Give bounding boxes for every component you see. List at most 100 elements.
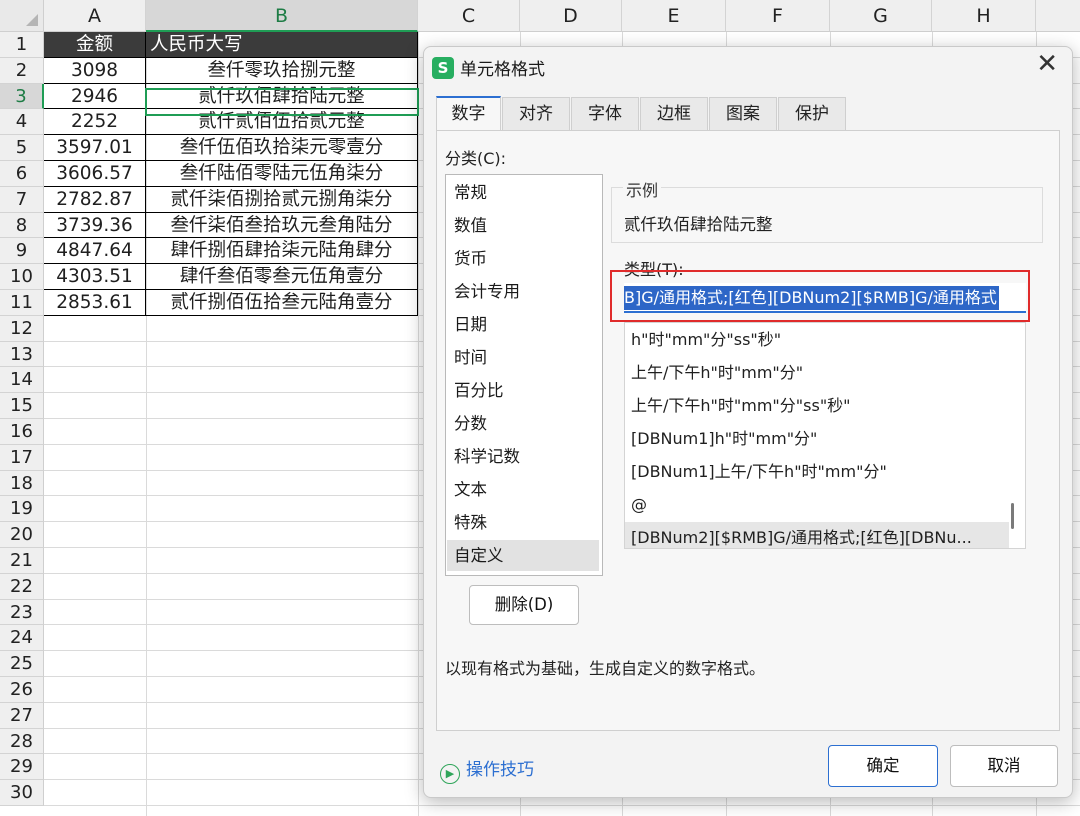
tab-alignment[interactable]: 对齐 <box>502 97 570 130</box>
category-item[interactable]: 自定义 <box>447 540 599 571</box>
ok-button[interactable]: 确定 <box>828 745 938 787</box>
column-header-c[interactable]: C <box>418 0 520 32</box>
column-header-e[interactable]: E <box>622 0 726 32</box>
category-item[interactable]: 分数 <box>447 408 599 439</box>
example-value: 贰仟玖佰肆拾陆元整 <box>624 215 773 234</box>
category-item[interactable]: 常规 <box>447 177 599 208</box>
cell-a1[interactable]: 金额 <box>44 32 146 58</box>
column-header-f[interactable]: F <box>726 0 830 32</box>
row-header-24[interactable]: 24 <box>0 625 44 652</box>
cell-a10[interactable]: 4303.51 <box>44 264 146 290</box>
cancel-button[interactable]: 取消 <box>950 745 1058 787</box>
column-header-a[interactable]: A <box>44 0 146 32</box>
cell-a7[interactable]: 2782.87 <box>44 186 146 213</box>
row-header-19[interactable]: 19 <box>0 496 44 523</box>
cell-a2[interactable]: 3098 <box>44 57 146 84</box>
type-list-item[interactable]: 上午/下午h"时"mm"分" <box>625 357 1009 389</box>
category-item[interactable]: 百分比 <box>447 375 599 406</box>
type-list-item[interactable]: @ <box>625 489 1009 521</box>
category-item[interactable]: 数值 <box>447 210 599 241</box>
row-header-28[interactable]: 28 <box>0 728 44 755</box>
row-header-13[interactable]: 13 <box>0 341 44 368</box>
cell-a8[interactable]: 3739.36 <box>44 212 146 239</box>
row-header-29[interactable]: 29 <box>0 754 44 781</box>
cell-b6[interactable]: 叁仟陆佰零陆元伍角柒分 <box>146 161 418 187</box>
row-header-10[interactable]: 10 <box>0 264 44 290</box>
tab-protection[interactable]: 保护 <box>778 97 846 130</box>
column-header-i[interactable] <box>1036 0 1080 32</box>
type-list-item[interactable]: 上午/下午h"时"mm"分"ss"秒" <box>625 390 1009 422</box>
row-header-3[interactable]: 3 <box>0 83 44 110</box>
category-item[interactable]: 货币 <box>447 243 599 274</box>
row-header-16[interactable]: 16 <box>0 419 44 445</box>
cell-b1[interactable]: 人民币大写 <box>146 32 418 58</box>
close-icon[interactable]: ✕ <box>1036 51 1058 77</box>
gridline-vertical <box>418 32 419 816</box>
type-list[interactable]: h"时"mm"分"ss"秒" 上午/下午h"时"mm"分" 上午/下午h"时"mm"… <box>624 322 1026 549</box>
cell-a6[interactable]: 3606.57 <box>44 161 146 187</box>
cell-b10[interactable]: 肆仟叁佰零叁元伍角壹分 <box>146 264 418 290</box>
type-list-item[interactable]: [DBNum1]h"时"mm"分" <box>625 423 1009 455</box>
tab-border[interactable]: 边框 <box>640 97 708 130</box>
tab-font[interactable]: 字体 <box>571 97 639 130</box>
highlight-box <box>610 270 1030 322</box>
row-header-5[interactable]: 5 <box>0 135 44 161</box>
cell-b8[interactable]: 叁仟柒佰叁拾玖元叁角陆分 <box>146 212 418 239</box>
cell-b2[interactable]: 叁仟零玖拾捌元整 <box>146 57 418 84</box>
category-item[interactable]: 日期 <box>447 309 599 340</box>
type-list-item[interactable]: [DBNum1]上午/下午h"时"mm"分" <box>625 456 1009 488</box>
row-header-8[interactable]: 8 <box>0 212 44 239</box>
tab-pattern[interactable]: 图案 <box>709 97 777 130</box>
play-circle-icon: ▶ <box>440 764 460 784</box>
cell-a11[interactable]: 2853.61 <box>44 290 146 316</box>
category-item[interactable]: 会计专用 <box>447 276 599 307</box>
row-header-11[interactable]: 11 <box>0 290 44 316</box>
row-header-14[interactable]: 14 <box>0 367 44 394</box>
row-header-23[interactable]: 23 <box>0 599 44 626</box>
cell-a5[interactable]: 3597.01 <box>44 135 146 161</box>
tab-number[interactable]: 数字 <box>436 96 501 131</box>
cell-a9[interactable]: 4847.64 <box>44 238 146 265</box>
column-header-b[interactable]: B <box>146 0 418 32</box>
row-header-26[interactable]: 26 <box>0 677 44 703</box>
column-header-d[interactable]: D <box>520 0 622 32</box>
category-item[interactable]: 时间 <box>447 342 599 373</box>
row-header-20[interactable]: 20 <box>0 522 44 548</box>
column-header-g[interactable]: G <box>830 0 932 32</box>
row-header-4[interactable]: 4 <box>0 109 44 136</box>
number-tab-panel: 分类(C): 常规 数值 货币 会计专用 日期 时间 百分比 分数 科学记数 文本 特殊 自定义 删除… <box>436 130 1060 731</box>
type-list-scrollbar[interactable] <box>1011 503 1014 529</box>
row-header-25[interactable]: 25 <box>0 651 44 677</box>
cell-b5[interactable]: 叁仟伍佰玖拾柒元零壹分 <box>146 135 418 161</box>
cell-b7[interactable]: 贰仟柒佰捌拾贰元捌角柒分 <box>146 186 418 213</box>
row-header-2[interactable]: 2 <box>0 57 44 84</box>
type-list-item[interactable]: h"时"mm"分"ss"秒" <box>625 324 1009 356</box>
row-header-18[interactable]: 18 <box>0 470 44 497</box>
row-header-15[interactable]: 15 <box>0 393 44 419</box>
row-header-6[interactable]: 6 <box>0 161 44 187</box>
cell-b11[interactable]: 贰仟捌佰伍拾叁元陆角壹分 <box>146 290 418 316</box>
tips-link[interactable]: ▶ 操作技巧 <box>440 755 534 784</box>
row-header-17[interactable]: 17 <box>0 444 44 471</box>
row-header-9[interactable]: 9 <box>0 238 44 265</box>
row-header-30[interactable]: 30 <box>0 780 44 806</box>
row-header-12[interactable]: 12 <box>0 315 44 342</box>
cell-a3[interactable]: 2946 <box>44 83 146 110</box>
row-header-27[interactable]: 27 <box>0 702 44 729</box>
select-all-corner[interactable] <box>0 0 44 32</box>
type-list-item[interactable]: [DBNum2][$RMB]G/通用格式;[红色][DBNu... <box>625 522 1009 548</box>
category-item[interactable]: 特殊 <box>447 507 599 538</box>
category-item[interactable]: 科学记数 <box>447 441 599 472</box>
delete-button[interactable]: 删除(D) <box>469 585 579 625</box>
row-header-22[interactable]: 22 <box>0 573 44 600</box>
row-header-21[interactable]: 21 <box>0 548 44 574</box>
category-item[interactable]: 文本 <box>447 474 599 505</box>
active-cell-b3[interactable] <box>145 88 419 116</box>
category-list[interactable]: 常规 数值 货币 会计专用 日期 时间 百分比 分数 科学记数 文本 特殊 自定义 <box>445 174 603 576</box>
example-label: 示例 <box>623 177 662 201</box>
column-header-h[interactable]: H <box>932 0 1036 32</box>
cell-a4[interactable]: 2252 <box>44 109 146 136</box>
row-header-1[interactable]: 1 <box>0 32 44 58</box>
cell-b9[interactable]: 肆仟捌佰肆拾柒元陆角肆分 <box>146 238 418 265</box>
row-header-7[interactable]: 7 <box>0 186 44 213</box>
